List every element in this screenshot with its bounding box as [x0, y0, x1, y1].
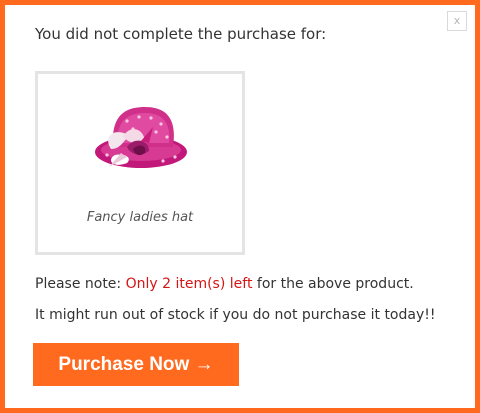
note-prefix: Please note: [35, 276, 126, 292]
product-name: Fancy ladies hat [86, 210, 194, 225]
purchase-now-button[interactable]: Purchase Now → [33, 343, 239, 386]
pink-hat-image [95, 107, 187, 168]
stock-note: Please note: Only 2 item(s) left for the… [35, 276, 414, 292]
close-button[interactable]: x [447, 11, 467, 31]
abandoned-cart-popup: x You did not complete the purchase for: [0, 0, 480, 413]
note-suffix: for the above product. [252, 276, 414, 292]
stock-warning: It might run out of stock if you do not … [35, 307, 436, 323]
popup-heading: You did not complete the purchase for: [35, 25, 327, 43]
product-card[interactable]: Fancy ladies hat [35, 71, 245, 255]
stock-count-highlight: Only 2 item(s) left [125, 276, 253, 292]
